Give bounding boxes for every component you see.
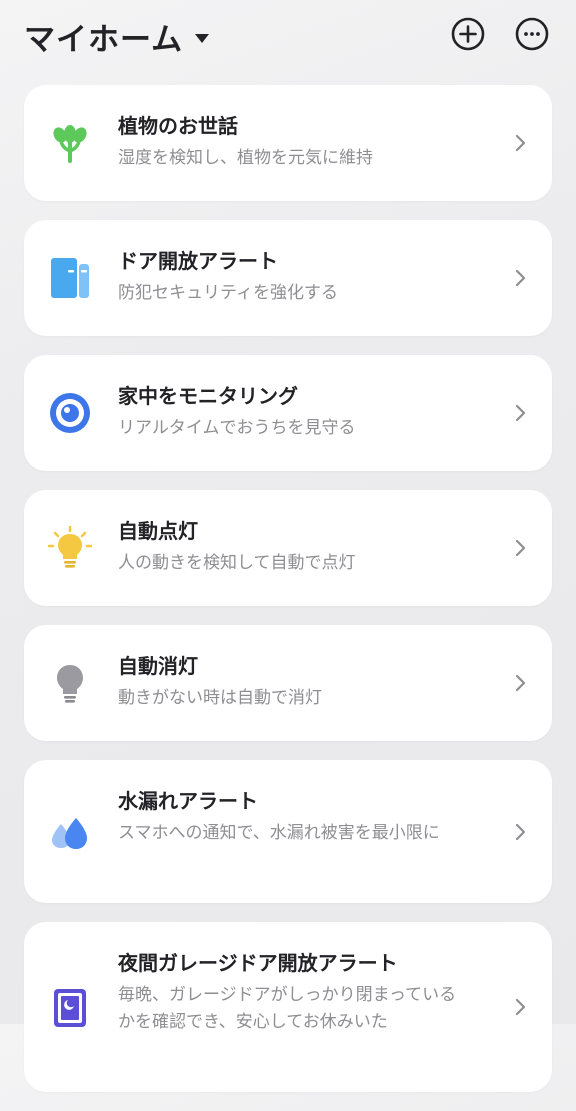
plus-circle-icon <box>451 17 485 51</box>
card-plant-care[interactable]: 植物のお世話 湿度を検知し、植物を元気に維持 <box>24 85 552 201</box>
lightbulb-on-icon <box>47 525 93 570</box>
garage-night-icon <box>48 985 92 1029</box>
chevron-right-icon <box>515 823 526 840</box>
chevron-right-icon <box>515 134 526 152</box>
chevron-right-icon <box>515 404 526 422</box>
header: マイホーム <box>0 0 576 72</box>
chevron-right-icon <box>515 674 526 692</box>
card-door-alert[interactable]: ドア開放アラート 防犯セキュリティを強化する <box>24 220 552 336</box>
home-selector[interactable]: マイホーム <box>24 14 210 59</box>
card-title: 自動消灯 <box>118 654 198 678</box>
chevron-right-icon <box>515 998 526 1016</box>
card-description: 毎晩、ガレージドアがしっかり閉まっているかを確認でき、安心してお休みいた <box>118 985 457 1032</box>
automation-list: 植物のお世話 湿度を検知し、植物を元気に維持 ドア開放アラート 防犯セキュリティ… <box>24 85 552 1111</box>
chevron-right-icon <box>515 539 526 557</box>
card-title: 自動点灯 <box>118 519 198 543</box>
card-title: 水漏れアラート <box>118 789 258 813</box>
card-description: 湿度を検知し、植物を元気に維持 <box>118 148 373 168</box>
add-button[interactable] <box>451 17 485 51</box>
lightbulb-off-icon <box>48 661 92 705</box>
card-description: スマホへの通知で、水漏れ被害を最小限に <box>118 823 440 843</box>
card-title: 植物のお世話 <box>118 114 238 138</box>
card-auto-light-off[interactable]: 自動消灯 動きがない時は自動で消灯 <box>24 625 552 741</box>
plant-icon <box>48 121 92 165</box>
card-description: 人の動きを検知して自動で点灯 <box>118 553 356 573</box>
card-description: リアルタイムでおうちを見守る <box>118 418 356 438</box>
card-title: 家中をモニタリング <box>118 384 298 408</box>
card-description: 防犯セキュリティを強化する <box>118 283 338 303</box>
card-garage-night-alert[interactable]: 夜間ガレージドア開放アラート 毎晩、ガレージドアがしっかり閉まっているかを確認で… <box>24 922 552 1092</box>
more-horizontal-icon <box>515 17 549 51</box>
home-title: マイホーム <box>24 22 184 58</box>
card-home-monitoring[interactable]: 家中をモニタリング リアルタイムでおうちを見守る <box>24 355 552 471</box>
card-title: ドア開放アラート <box>118 249 278 273</box>
card-water-leak-alert[interactable]: 水漏れアラート スマホへの通知で、水漏れ被害を最小限に <box>24 760 552 903</box>
camera-eye-icon <box>48 391 92 435</box>
door-sensor-icon <box>48 256 92 300</box>
card-auto-light-on[interactable]: 自動点灯 人の動きを検知して自動で点灯 <box>24 490 552 606</box>
card-title: 夜間ガレージドア開放アラート <box>118 951 398 975</box>
more-button[interactable] <box>515 17 549 51</box>
chevron-right-icon <box>515 269 526 287</box>
card-description: 動きがない時は自動で消灯 <box>118 688 322 708</box>
caret-down-icon <box>195 34 210 43</box>
water-drops-icon <box>48 810 92 854</box>
